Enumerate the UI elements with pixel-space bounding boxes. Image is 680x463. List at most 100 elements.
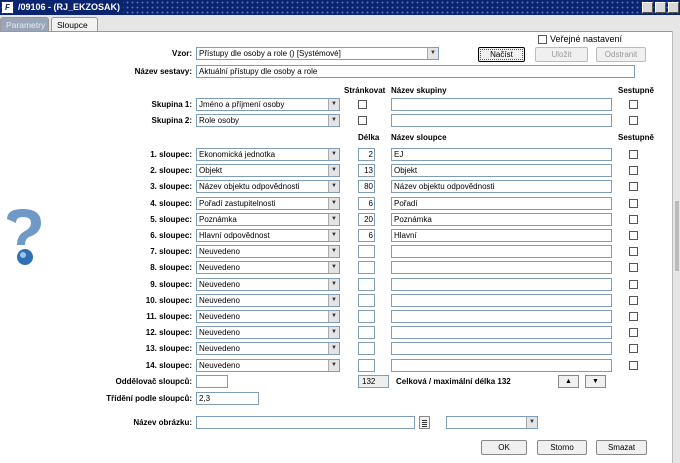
- column-name-input[interactable]: [391, 261, 612, 275]
- column-name-input[interactable]: Poznámka: [391, 212, 612, 226]
- chevron-down-icon[interactable]: ▼: [328, 181, 339, 193]
- group-name-input[interactable]: [391, 98, 612, 111]
- column-descending-checkbox[interactable]: [629, 182, 638, 192]
- column-select[interactable]: Neuvedeno ▼: [196, 277, 340, 291]
- column-select[interactable]: Neuvedeno ▼: [196, 342, 340, 356]
- move-down-button[interactable]: ▼: [585, 375, 606, 388]
- column-select[interactable]: Ekonomická jednotka ▼: [196, 148, 340, 161]
- chevron-down-icon[interactable]: ▼: [328, 327, 339, 339]
- column-select[interactable]: Hlavní odpovědnost ▼: [196, 229, 340, 242]
- chevron-down-icon[interactable]: ▼: [328, 213, 339, 225]
- scrollbar-thumb[interactable]: [675, 201, 679, 271]
- column-descending-checkbox[interactable]: [629, 150, 638, 159]
- chevron-down-icon[interactable]: ▼: [328, 99, 339, 110]
- column-select[interactable]: Neuvedeno ▼: [196, 326, 340, 340]
- column-length-input[interactable]: 2: [358, 148, 375, 161]
- column-length-input[interactable]: [358, 326, 375, 340]
- column-select[interactable]: Název objektu odpovědnosti ▼: [196, 180, 340, 194]
- column-select[interactable]: Neuvedeno ▼: [196, 245, 340, 259]
- chevron-down-icon[interactable]: ▼: [328, 115, 339, 126]
- column-name-input[interactable]: [391, 342, 612, 356]
- column-length-input[interactable]: 6: [358, 196, 375, 210]
- image-type-select[interactable]: ▼: [446, 416, 538, 429]
- image-name-input[interactable]: [196, 416, 415, 429]
- column-name-input[interactable]: EJ: [391, 148, 612, 161]
- chevron-down-icon[interactable]: ▼: [427, 48, 438, 59]
- column-length-input[interactable]: 20: [358, 212, 375, 226]
- column-select[interactable]: Neuvedeno ▼: [196, 293, 340, 307]
- group-name-input[interactable]: [391, 114, 612, 127]
- column-name-input[interactable]: [391, 326, 612, 340]
- public-setting-checkbox[interactable]: [538, 35, 547, 44]
- column-descending-checkbox[interactable]: [629, 166, 638, 176]
- column-name-input[interactable]: [391, 358, 612, 372]
- column-descending-checkbox[interactable]: [629, 263, 638, 273]
- column-name-input[interactable]: Pořadí: [391, 196, 612, 210]
- column-length-input[interactable]: [358, 245, 375, 259]
- save-button[interactable]: Uložit: [535, 47, 588, 62]
- column-length-input[interactable]: 80: [358, 180, 375, 194]
- column-select[interactable]: Poznámka ▼: [196, 212, 340, 226]
- column-select[interactable]: Neuvedeno ▼: [196, 310, 340, 323]
- cancel-button[interactable]: Storno: [537, 440, 587, 455]
- move-up-button[interactable]: ▲: [558, 375, 579, 388]
- chevron-down-icon[interactable]: ▼: [328, 311, 339, 322]
- column-descending-checkbox[interactable]: [629, 279, 638, 289]
- chevron-down-icon[interactable]: ▼: [328, 343, 339, 355]
- sorting-input[interactable]: 2,3: [196, 392, 259, 405]
- maximize-button[interactable]: [655, 2, 666, 13]
- load-button[interactable]: Načíst: [478, 47, 525, 62]
- chevron-down-icon[interactable]: ▼: [328, 149, 339, 160]
- separator-input[interactable]: [196, 375, 228, 388]
- minimize-button[interactable]: [642, 2, 653, 13]
- column-name-input[interactable]: [391, 245, 612, 259]
- vzor-select[interactable]: Přístupy dle osoby a role () [Systémové]…: [196, 47, 439, 60]
- column-name-input[interactable]: Hlavní: [391, 229, 612, 242]
- column-length-input[interactable]: [358, 310, 375, 323]
- tab-parametry[interactable]: Parametry: [0, 17, 49, 32]
- delete-button[interactable]: Smazat: [596, 440, 647, 455]
- column-length-input[interactable]: 6: [358, 229, 375, 242]
- chevron-down-icon[interactable]: ▼: [328, 294, 339, 306]
- close-button[interactable]: [668, 2, 679, 13]
- chevron-down-icon[interactable]: ▼: [328, 246, 339, 258]
- group-paging-checkbox[interactable]: [358, 100, 367, 109]
- column-name-input[interactable]: [391, 293, 612, 307]
- list-icon[interactable]: [419, 416, 430, 429]
- vertical-scrollbar[interactable]: [672, 31, 680, 463]
- ok-button[interactable]: OK: [481, 440, 527, 455]
- column-select[interactable]: Neuvedeno ▼: [196, 358, 340, 372]
- column-length-input[interactable]: [358, 277, 375, 291]
- column-select[interactable]: Neuvedeno ▼: [196, 261, 340, 275]
- chevron-down-icon[interactable]: ▼: [328, 278, 339, 290]
- column-descending-checkbox[interactable]: [629, 295, 638, 305]
- group-descending-checkbox[interactable]: [629, 100, 638, 109]
- column-descending-checkbox[interactable]: [629, 198, 638, 208]
- chevron-down-icon[interactable]: ▼: [328, 262, 339, 274]
- column-name-input[interactable]: Objekt: [391, 164, 612, 178]
- group-select[interactable]: Jméno a příjmení osoby ▼: [196, 98, 340, 111]
- chevron-down-icon[interactable]: ▼: [526, 417, 537, 428]
- column-descending-checkbox[interactable]: [629, 328, 638, 338]
- column-select[interactable]: Pořadí zastupitelnosti ▼: [196, 196, 340, 210]
- column-select[interactable]: Objekt ▼: [196, 164, 340, 178]
- group-descending-checkbox[interactable]: [629, 116, 638, 125]
- chevron-down-icon[interactable]: ▼: [328, 230, 339, 241]
- column-length-input[interactable]: [358, 358, 375, 372]
- column-name-input[interactable]: [391, 310, 612, 323]
- group-paging-checkbox[interactable]: [358, 116, 367, 125]
- column-descending-checkbox[interactable]: [629, 231, 638, 240]
- report-name-input[interactable]: Aktuální přístupy dle osoby a role: [196, 65, 635, 78]
- column-descending-checkbox[interactable]: [629, 312, 638, 321]
- chevron-down-icon[interactable]: ▼: [328, 359, 339, 371]
- column-name-input[interactable]: [391, 277, 612, 291]
- column-descending-checkbox[interactable]: [629, 214, 638, 224]
- column-length-input[interactable]: 13: [358, 164, 375, 178]
- column-length-input[interactable]: [358, 261, 375, 275]
- column-name-input[interactable]: Název objektu odpovědnosti: [391, 180, 612, 194]
- column-length-input[interactable]: [358, 293, 375, 307]
- column-descending-checkbox[interactable]: [629, 360, 638, 370]
- remove-button[interactable]: Odstranit: [596, 47, 646, 62]
- chevron-down-icon[interactable]: ▼: [328, 197, 339, 209]
- group-select[interactable]: Role osoby ▼: [196, 114, 340, 127]
